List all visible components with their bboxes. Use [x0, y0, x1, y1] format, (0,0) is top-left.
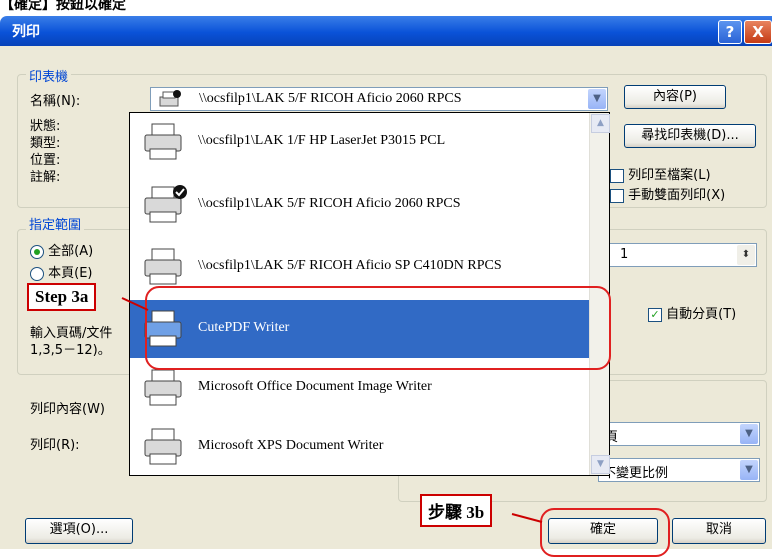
- manual-duplex-label: 手動雙面列印(X): [628, 188, 726, 203]
- copies-input[interactable]: 1 ⬍: [595, 243, 757, 267]
- location-label: 位置:: [30, 153, 61, 168]
- window-title: 列印: [12, 24, 40, 40]
- range-current-radio[interactable]: [30, 266, 44, 281]
- scroll-up-icon[interactable]: ▲: [591, 114, 610, 133]
- arrow-icon: [511, 513, 543, 523]
- title-bar: 列印 ? X: [0, 16, 772, 46]
- printer-list-item-label: \\ocsfilp1\LAK 5/F RICOH Aficio 2060 RPC…: [198, 196, 461, 211]
- print-label: 列印(R):: [30, 438, 80, 453]
- arrow-icon: [121, 297, 149, 311]
- printer-default-icon: [159, 90, 181, 107]
- comment-label: 註解:: [30, 170, 61, 185]
- options-button[interactable]: 選項(O)...: [25, 518, 133, 544]
- printer-icon: [144, 248, 182, 285]
- spin-icon[interactable]: ⬍: [737, 245, 755, 265]
- page-range-hint: 輸入頁碼/文件 1,3,5－12)。: [30, 325, 112, 359]
- collate-option[interactable]: ✓ 自動分頁(T): [648, 303, 736, 322]
- properties-button[interactable]: 內容(P): [624, 85, 726, 109]
- range-current-label: 本頁(E): [48, 266, 93, 281]
- printer-list-item-label: Microsoft XPS Document Writer: [198, 438, 384, 453]
- help-button[interactable]: ?: [718, 20, 742, 44]
- chevron-down-icon[interactable]: ▼: [740, 424, 758, 444]
- printer-list-item-label: \\ocsfilp1\LAK 1/F HP LaserJet P3015 PCL: [198, 133, 446, 148]
- printer-icon: [144, 123, 182, 160]
- printer-default-icon: [144, 185, 187, 223]
- manual-duplex-option[interactable]: 手動雙面列印(X): [610, 184, 725, 203]
- step3a-highlight: [145, 286, 611, 370]
- printer-icon: [144, 369, 182, 406]
- printer-group-title: 印表機: [26, 66, 72, 85]
- scale-select[interactable]: 不變更比例 ▼: [598, 458, 760, 482]
- printer-list-item[interactable]: \\ocsfilp1\LAK 5/F RICOH Aficio 2060 RPC…: [130, 176, 589, 234]
- range-group-title: 指定範圍: [26, 214, 85, 233]
- print-to-file-checkbox[interactable]: [610, 168, 624, 183]
- print-to-file-option[interactable]: 列印至檔案(L): [610, 164, 711, 183]
- printer-list-item[interactable]: \\ocsfilp1\LAK 1/F HP LaserJet P3015 PCL: [130, 113, 589, 171]
- print-pages-select[interactable]: 頁 ▼: [598, 422, 760, 446]
- page-range-hint-line2: 1,3,5－12)。: [30, 343, 111, 358]
- printer-name-label: 名稱(N):: [30, 94, 81, 109]
- step3a-callout: Step 3a: [27, 283, 97, 311]
- cancel-button[interactable]: 取消: [672, 518, 766, 544]
- step3b-callout: 步驟 3b: [420, 494, 493, 527]
- printer-list-item-label: \\ocsfilp1\LAK 5/F RICOH Aficio SP C410D…: [198, 258, 502, 273]
- chevron-down-icon[interactable]: ▼: [588, 89, 606, 109]
- printer-list-item[interactable]: Microsoft XPS Document Writer: [130, 418, 589, 476]
- printer-list-item-label: Microsoft Office Document Image Writer: [198, 379, 432, 394]
- close-button[interactable]: X: [744, 20, 772, 44]
- range-current-option[interactable]: 本頁(E): [30, 262, 93, 281]
- manual-duplex-checkbox[interactable]: [610, 188, 624, 203]
- collate-checkbox[interactable]: ✓: [648, 307, 662, 322]
- find-printer-button[interactable]: 尋找印表機(D)...: [624, 124, 756, 148]
- type-label: 類型:: [30, 136, 61, 151]
- selected-printer-text: \\ocsfilp1\LAK 5/F RICOH Aficio 2060 RPC…: [199, 91, 462, 106]
- range-all-radio[interactable]: [30, 244, 44, 259]
- scale-value: 不變更比例: [603, 466, 669, 481]
- page-range-hint-line1: 輸入頁碼/文件: [30, 326, 113, 341]
- range-all-label: 全部(A): [48, 244, 94, 259]
- status-label: 狀態:: [30, 119, 61, 134]
- scroll-down-icon[interactable]: ▼: [591, 455, 610, 474]
- range-all-option[interactable]: 全部(A): [30, 240, 93, 259]
- printer-name-select[interactable]: \\ocsfilp1\LAK 5/F RICOH Aficio 2060 RPC…: [150, 87, 608, 111]
- print-to-file-label: 列印至檔案(L): [628, 168, 711, 183]
- chevron-down-icon[interactable]: ▼: [740, 460, 758, 480]
- printer-info-labels: 狀態: 類型: 位置: 註解:: [30, 118, 60, 186]
- printer-icon: [144, 428, 182, 465]
- instruction-text: 【確定】按鈕以確定: [0, 0, 126, 13]
- copies-value: 1: [620, 247, 629, 262]
- step3b-highlight: [540, 508, 670, 557]
- collate-label: 自動分頁(T): [666, 307, 737, 322]
- print-what-label: 列印內容(W): [30, 402, 105, 417]
